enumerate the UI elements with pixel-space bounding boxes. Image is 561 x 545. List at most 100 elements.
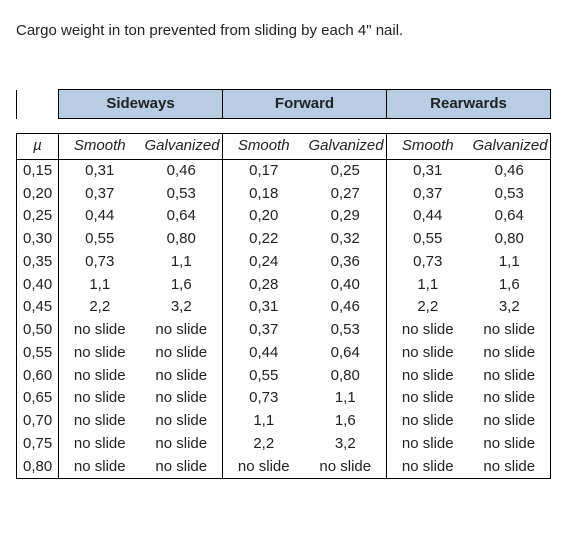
data-cell: 0,31 bbox=[59, 159, 141, 182]
table-row: 0,55no slideno slide0,440,64no slideno s… bbox=[17, 342, 551, 365]
data-cell: no slide bbox=[141, 342, 223, 365]
table-row: 0,300,550,800,220,320,550,80 bbox=[17, 228, 551, 251]
data-cell: 1,1 bbox=[141, 251, 223, 274]
data-cell: 0,31 bbox=[223, 296, 305, 319]
data-cell: no slide bbox=[59, 456, 141, 479]
data-cell: no slide bbox=[469, 410, 551, 433]
mu-cell: 0,25 bbox=[17, 205, 59, 228]
mu-cell: 0,55 bbox=[17, 342, 59, 365]
data-cell: 0,55 bbox=[387, 228, 469, 251]
data-cell: 0,32 bbox=[305, 228, 387, 251]
table-row: 0,60no slideno slide0,550,80no slideno s… bbox=[17, 365, 551, 388]
data-table-wrapper: Sideways Forward Rearwards µ Smooth Galv… bbox=[16, 89, 545, 479]
data-cell: 1,1 bbox=[223, 410, 305, 433]
group-rearwards: Rearwards bbox=[387, 90, 551, 119]
mu-cell: 0,30 bbox=[17, 228, 59, 251]
data-cell: 0,37 bbox=[223, 319, 305, 342]
data-cell: 2,2 bbox=[223, 433, 305, 456]
data-cell: no slide bbox=[469, 433, 551, 456]
data-cell: 0,20 bbox=[223, 205, 305, 228]
data-cell: 0,24 bbox=[223, 251, 305, 274]
data-cell: no slide bbox=[387, 319, 469, 342]
table-row: 0,150,310,460,170,250,310,46 bbox=[17, 159, 551, 182]
group-sideways: Sideways bbox=[59, 90, 223, 119]
sub-rearwards-galvanized: Galvanized bbox=[469, 134, 551, 160]
table-spacer-row bbox=[17, 119, 551, 134]
description-text: Cargo weight in ton prevented from slidi… bbox=[16, 22, 545, 39]
data-cell: 0,46 bbox=[141, 159, 223, 182]
data-cell: no slide bbox=[469, 365, 551, 388]
data-cell: 0,73 bbox=[387, 251, 469, 274]
sub-rearwards-smooth: Smooth bbox=[387, 134, 469, 160]
table-row: 0,350,731,10,240,360,731,1 bbox=[17, 251, 551, 274]
data-cell: no slide bbox=[141, 319, 223, 342]
data-cell: 0,73 bbox=[59, 251, 141, 274]
data-cell: 0,53 bbox=[469, 183, 551, 206]
table-row: 0,75no slideno slide2,23,2no slideno sli… bbox=[17, 433, 551, 456]
mu-cell: 0,65 bbox=[17, 387, 59, 410]
data-cell: no slide bbox=[59, 365, 141, 388]
data-cell: 0,64 bbox=[305, 342, 387, 365]
mu-cell: 0,60 bbox=[17, 365, 59, 388]
mu-cell: 0,70 bbox=[17, 410, 59, 433]
data-cell: 0,44 bbox=[387, 205, 469, 228]
data-cell: no slide bbox=[387, 365, 469, 388]
data-cell: 0,27 bbox=[305, 183, 387, 206]
table-row: 0,65no slideno slide0,731,1no slideno sl… bbox=[17, 387, 551, 410]
data-cell: 0,46 bbox=[305, 296, 387, 319]
data-cell: 3,2 bbox=[141, 296, 223, 319]
data-cell: 1,1 bbox=[387, 274, 469, 297]
data-cell: no slide bbox=[223, 456, 305, 479]
mu-cell: 0,80 bbox=[17, 456, 59, 479]
table-sub-header: µ Smooth Galvanized Smooth Galvanized Sm… bbox=[17, 134, 551, 160]
data-cell: no slide bbox=[141, 365, 223, 388]
sub-sideways-smooth: Smooth bbox=[59, 134, 141, 160]
data-cell: no slide bbox=[141, 410, 223, 433]
data-cell: 1,6 bbox=[141, 274, 223, 297]
data-cell: 0,55 bbox=[223, 365, 305, 388]
data-cell: no slide bbox=[305, 456, 387, 479]
data-cell: 0,46 bbox=[469, 159, 551, 182]
data-cell: 0,80 bbox=[141, 228, 223, 251]
data-cell: 0,53 bbox=[305, 319, 387, 342]
table-row: 0,200,370,530,180,270,370,53 bbox=[17, 183, 551, 206]
data-cell: 0,31 bbox=[387, 159, 469, 182]
data-cell: 0,40 bbox=[305, 274, 387, 297]
data-cell: 0,29 bbox=[305, 205, 387, 228]
mu-cell: 0,20 bbox=[17, 183, 59, 206]
data-cell: no slide bbox=[59, 433, 141, 456]
mu-cell: 0,50 bbox=[17, 319, 59, 342]
data-cell: no slide bbox=[387, 387, 469, 410]
data-cell: 0,64 bbox=[469, 205, 551, 228]
data-cell: 0,64 bbox=[141, 205, 223, 228]
data-cell: 2,2 bbox=[59, 296, 141, 319]
table-group-header: Sideways Forward Rearwards bbox=[17, 90, 551, 119]
data-cell: 1,1 bbox=[59, 274, 141, 297]
table-row: 0,401,11,60,280,401,11,6 bbox=[17, 274, 551, 297]
data-cell: no slide bbox=[141, 456, 223, 479]
mu-cell: 0,35 bbox=[17, 251, 59, 274]
table-row: 0,70no slideno slide1,11,6no slideno sli… bbox=[17, 410, 551, 433]
data-cell: no slide bbox=[387, 342, 469, 365]
mu-cell: 0,45 bbox=[17, 296, 59, 319]
data-cell: 0,53 bbox=[141, 183, 223, 206]
data-cell: 0,37 bbox=[59, 183, 141, 206]
data-table: Sideways Forward Rearwards µ Smooth Galv… bbox=[16, 89, 551, 479]
sub-forward-galvanized: Galvanized bbox=[305, 134, 387, 160]
data-cell: no slide bbox=[387, 433, 469, 456]
data-cell: no slide bbox=[469, 387, 551, 410]
data-cell: 0,18 bbox=[223, 183, 305, 206]
data-cell: 0,80 bbox=[469, 228, 551, 251]
sub-forward-smooth: Smooth bbox=[223, 134, 305, 160]
data-cell: 1,1 bbox=[469, 251, 551, 274]
mu-header: µ bbox=[17, 134, 59, 160]
data-cell: 0,28 bbox=[223, 274, 305, 297]
mu-cell: 0,15 bbox=[17, 159, 59, 182]
data-cell: no slide bbox=[469, 319, 551, 342]
table-row: 0,250,440,640,200,290,440,64 bbox=[17, 205, 551, 228]
data-cell: no slide bbox=[59, 342, 141, 365]
data-cell: 0,17 bbox=[223, 159, 305, 182]
data-cell: 0,37 bbox=[387, 183, 469, 206]
table-row: 0,80no slideno slideno slideno slideno s… bbox=[17, 456, 551, 479]
data-cell: no slide bbox=[387, 456, 469, 479]
